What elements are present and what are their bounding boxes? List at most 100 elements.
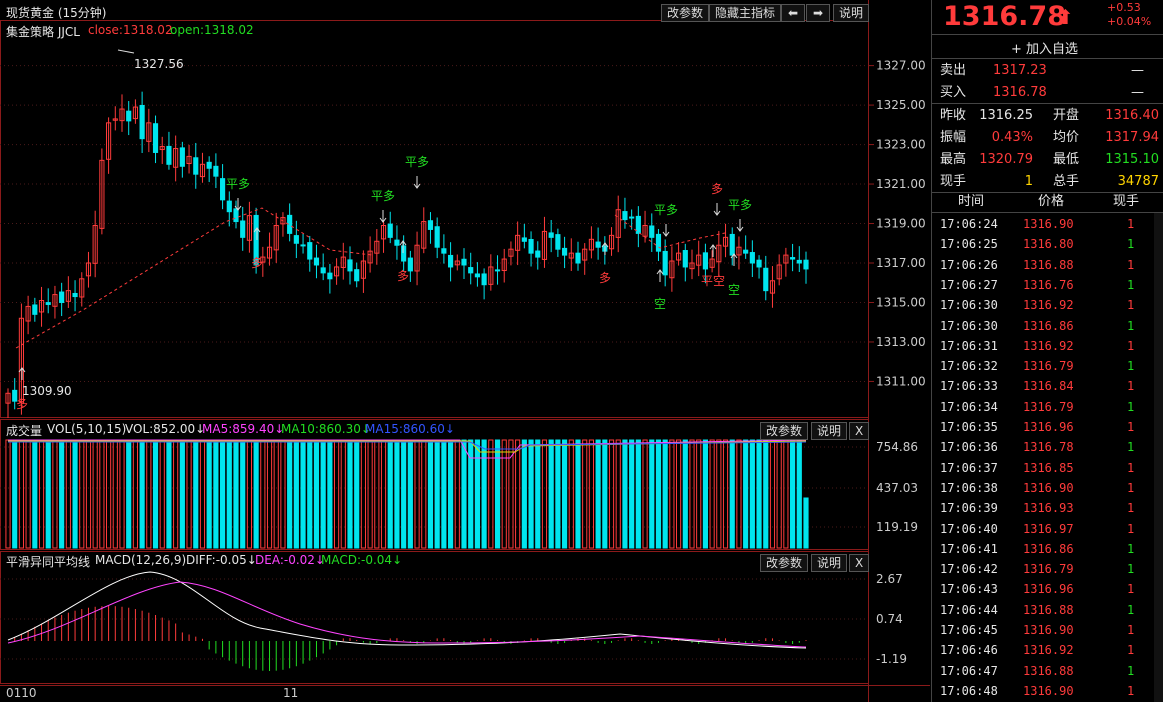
vol-params-button[interactable]: 改参数 [760, 422, 809, 440]
tick-price: 1316.90 [1023, 683, 1074, 698]
macd-panel-frame [0, 551, 869, 684]
candle-body [401, 245, 407, 262]
volume-bar [307, 439, 313, 549]
volume-bar [615, 439, 621, 549]
tick-time: 17:06:30 [940, 298, 998, 313]
tick-volume: 1 [1127, 582, 1135, 597]
candle-body [427, 220, 434, 230]
candle-body [575, 252, 581, 264]
volume-bar [622, 439, 628, 549]
volume-bar [119, 439, 125, 549]
volume-bar [132, 439, 138, 549]
hide-main-indicator-button[interactable]: 隐藏主指标 [709, 4, 782, 22]
strategy-label: 集金策略 JJCL [6, 25, 80, 39]
volume-bar [293, 439, 299, 549]
signal-label: 多 [711, 182, 723, 196]
tick-volume: 1 [1127, 338, 1135, 353]
macd-value: MACD:-0.04↓ [321, 553, 403, 567]
candle-body [461, 258, 467, 266]
tick-time: 17:06:32 [940, 359, 998, 374]
x-axis-label-0: 0110 [6, 686, 37, 700]
macd-help-button[interactable]: 说明 [811, 554, 848, 572]
macd-close-button[interactable]: X [849, 554, 870, 572]
volume-bar [783, 439, 789, 549]
macd-axis-label: 0.74 [876, 612, 903, 626]
tick-price: 1316.85 [1023, 460, 1074, 475]
volume-bar [380, 439, 387, 549]
candle-body [595, 241, 601, 248]
tick-time: 17:06:25 [940, 237, 998, 252]
price-change-pct: +0.04% [1107, 15, 1152, 28]
stat-label: 振幅 [940, 130, 967, 145]
candle-body [655, 233, 662, 252]
volume-bar [146, 439, 152, 549]
volume-bar [59, 439, 65, 549]
volume-bar [521, 439, 527, 549]
candle-body [394, 239, 400, 246]
vol-close-button[interactable]: X [849, 422, 870, 440]
tick-volume: 1 [1127, 643, 1135, 658]
volume-bar [152, 439, 159, 549]
add-watchlist-button[interactable]: + 加入自选 [1011, 38, 1078, 57]
candle-body [220, 178, 226, 201]
ask-price: 1317.23 [993, 63, 1047, 78]
tick-time: 17:06:37 [940, 460, 998, 475]
tick-row: 17:06:24 1316.90 1 [931, 214, 1153, 234]
candle-body [293, 235, 299, 244]
arrow-right-icon[interactable]: ➡ [806, 4, 831, 22]
candlestick-chart[interactable]: 1327.00 1325.00 1323.00 1321.00 1319.00 1317.… [0, 0, 930, 702]
tick-price: 1316.88 [1023, 257, 1074, 272]
volume-bar [702, 439, 708, 549]
tick-scrollbar[interactable] [1154, 213, 1163, 702]
tick-row: 17:06:48 1316.90 1 [931, 681, 1153, 701]
volume-bar [494, 439, 501, 549]
volume-bar [682, 439, 688, 549]
macd-params-button[interactable]: 改参数 [760, 554, 809, 572]
candle-body [555, 234, 561, 250]
stat-value: 1317.94 [1105, 130, 1159, 145]
tick-row: 17:06:39 1316.93 1 [931, 498, 1153, 518]
macd-axis-label: -1.19 [876, 652, 907, 666]
price-axis-label: 1319.00 [876, 217, 926, 231]
tick-header-price: 价格 [1038, 194, 1065, 209]
volume-bar [729, 439, 735, 549]
tick-price: 1316.92 [1023, 338, 1074, 353]
volume-bar [240, 439, 246, 549]
tick-volume: 1 [1127, 399, 1135, 414]
candle-body [662, 250, 668, 276]
params-button[interactable]: 改参数 [661, 4, 710, 22]
vol-ma5: MA5:859.40↓ [202, 422, 285, 436]
volume-bar [313, 439, 320, 549]
vol-help-button[interactable]: 说明 [811, 422, 848, 440]
candle-body [548, 232, 554, 238]
macd-diff: DIFF:-0.05↓ [186, 553, 257, 567]
low-note: 1309.90 [22, 384, 72, 398]
tick-price: 1316.86 [1023, 318, 1074, 333]
tick-price: 1316.86 [1023, 541, 1074, 556]
tick-volume: 1 [1127, 277, 1135, 292]
tick-price: 1316.92 [1023, 298, 1074, 313]
candle-body [32, 304, 38, 315]
trend-line [15, 207, 373, 349]
volume-bar [72, 439, 78, 549]
volume-bar [106, 439, 112, 549]
arrow-left-icon[interactable]: ⬅ [781, 4, 806, 22]
candle-body [629, 216, 635, 219]
signal-label: 平空 [701, 274, 725, 288]
volume-bar [166, 439, 172, 549]
volume-bar [159, 439, 165, 549]
help-button[interactable]: 说明 [833, 4, 870, 22]
tick-header-time: 时间 [958, 194, 985, 209]
candle-body [743, 249, 749, 254]
candle-body [354, 269, 360, 282]
price-axis-label: 1317.00 [876, 256, 926, 270]
ask-row: 卖出 1317.23 — [931, 60, 1163, 82]
candle-body [790, 257, 796, 260]
chart-area[interactable]: 1327.00 1325.00 1323.00 1321.00 1319.00 1317.… [0, 0, 930, 702]
vol-axis-label: 119.19 [876, 520, 918, 534]
close-label: close:1318.02 [88, 23, 173, 37]
candle-body [179, 147, 185, 167]
volume-bar [65, 439, 71, 549]
bid-price: 1316.78 [993, 85, 1047, 100]
tick-time: 17:06:36 [940, 440, 998, 455]
